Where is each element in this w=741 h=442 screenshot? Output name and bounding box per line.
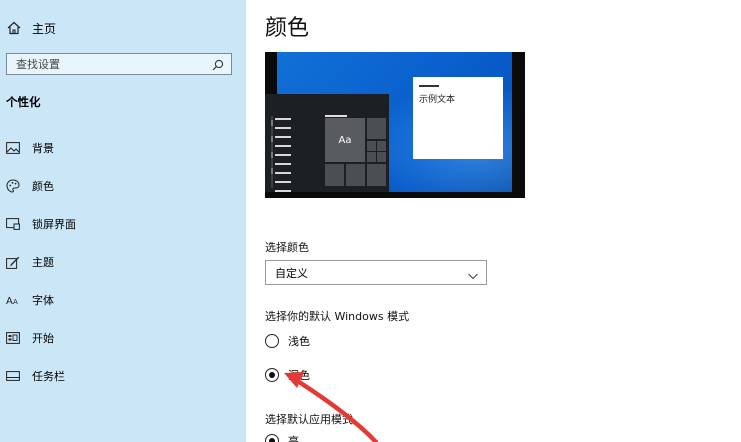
preview-sample-text: 示例文本 [419, 95, 456, 105]
radio-circle[interactable] [265, 434, 279, 442]
radio-label: 浅色 [288, 335, 310, 348]
taskbar-icon [6, 369, 20, 383]
sidebar-home[interactable]: 主页 [6, 19, 56, 37]
radio-circle[interactable] [265, 334, 279, 348]
main-content: 颜色 Aa 示例文本 选择颜色 自定义 选择你的默认 Windows 模式 浅色… [246, 0, 741, 442]
radio-dark-mode[interactable]: 深色 [265, 366, 310, 384]
sidebar-item-label: 字体 [32, 294, 54, 307]
font-icon: A A [6, 293, 20, 307]
home-icon [6, 20, 22, 36]
radio-light-mode[interactable]: 浅色 [265, 332, 310, 350]
sidebar-item-label: 任务栏 [32, 370, 65, 383]
start-icon [6, 331, 20, 345]
preview-sample-window: 示例文本 [413, 77, 503, 159]
theme-preview: Aa 示例文本 [265, 52, 525, 198]
sidebar-item-taskbar[interactable]: 任务栏 [6, 367, 65, 385]
svg-text:A: A [6, 296, 13, 306]
preview-tile-aa: Aa [325, 118, 365, 162]
sidebar-section-title: 个性化 [6, 95, 41, 109]
radio-circle[interactable] [265, 368, 279, 382]
choose-color-label: 选择颜色 [265, 241, 309, 254]
radio-app-light-mode[interactable]: 亮 [265, 432, 299, 442]
sidebar-item-lock-screen[interactable]: 锁屏界面 [6, 215, 76, 233]
sidebar-item-colors[interactable]: 颜色 [6, 177, 54, 195]
search-icon[interactable] [211, 57, 225, 71]
page-title: 颜色 [265, 16, 310, 41]
svg-text:A: A [13, 298, 18, 306]
picture-icon [6, 141, 20, 155]
sidebar-item-label: 背景 [32, 142, 54, 155]
sidebar-item-label: 主题 [32, 256, 54, 269]
preview-menu-lines [275, 118, 291, 199]
brush-icon [6, 255, 20, 269]
sidebar-item-background[interactable]: 背景 [6, 139, 54, 157]
sidebar-item-start[interactable]: 开始 [6, 329, 54, 347]
choose-color-value: 自定义 [275, 266, 308, 280]
chevron-down-icon [467, 267, 479, 279]
sidebar-home-label: 主页 [32, 21, 57, 36]
lock-screen-icon [6, 217, 20, 231]
settings-window: 主页 查找设置 个性化 背景 颜色 锁屏界面 主题 A A 字体 开始 任务栏 … [0, 0, 741, 442]
preview-tile-text: Aa [338, 134, 352, 146]
radio-label: 深色 [288, 369, 310, 382]
windows-mode-label: 选择你的默认 Windows 模式 [265, 310, 410, 323]
sidebar: 主页 查找设置 个性化 背景 颜色 锁屏界面 主题 A A 字体 开始 任务栏 [0, 0, 246, 442]
preview-taskbar-strip [271, 116, 273, 188]
sidebar-item-label: 颜色 [32, 180, 54, 193]
sidebar-item-label: 锁屏界面 [32, 218, 76, 231]
sidebar-item-fonts[interactable]: A A 字体 [6, 291, 54, 309]
preview-tiles: Aa [325, 118, 387, 188]
palette-icon [6, 179, 20, 193]
sidebar-item-label: 开始 [32, 332, 54, 345]
sidebar-item-themes[interactable]: 主题 [6, 253, 54, 271]
search-input[interactable]: 查找设置 [6, 53, 232, 75]
search-placeholder: 查找设置 [16, 58, 60, 71]
app-mode-label: 选择默认应用模式 [265, 413, 353, 426]
choose-color-dropdown[interactable]: 自定义 [265, 260, 487, 285]
preview-header-line [325, 115, 347, 117]
radio-label: 亮 [288, 435, 299, 442]
